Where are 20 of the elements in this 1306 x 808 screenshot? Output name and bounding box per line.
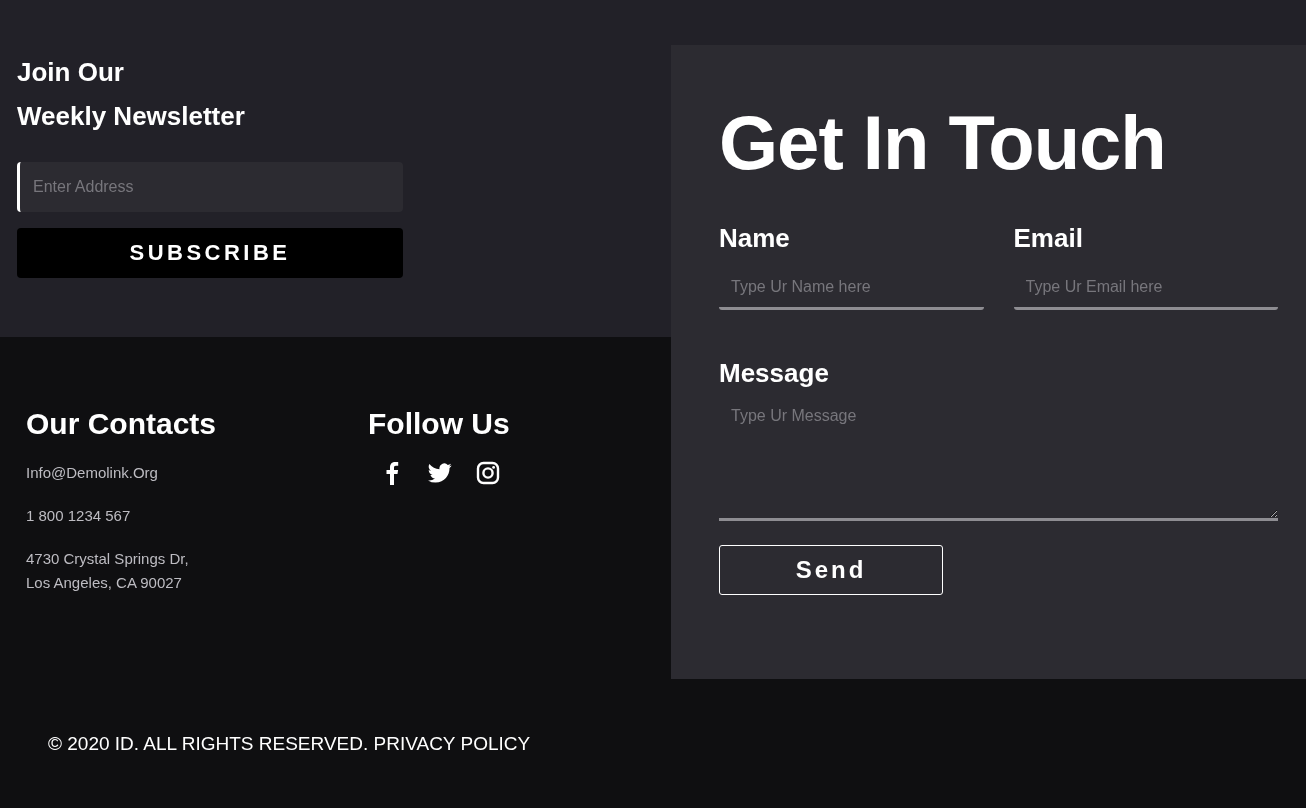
contact-phone: 1 800 1234 567: [26, 506, 132, 526]
instagram-icon[interactable]: [476, 461, 500, 485]
field-label: Message: [719, 358, 830, 389]
field-label: Name: [719, 223, 791, 254]
email-input-field[interactable]: Enter Address: [17, 162, 403, 212]
send-button[interactable]: Send: [719, 545, 943, 595]
field-label: Email: [1013, 223, 1084, 254]
privacy-policy-link[interactable]: PRIVACY POLICY: [373, 732, 531, 754]
subscribe-button[interactable]: SUBSCRIBE: [17, 228, 403, 278]
twitter-icon[interactable]: [428, 461, 452, 485]
contact-address: 4730 Crystal Springs Dr, Los Angeles, CA 90027: [26, 549, 190, 593]
contact-form-heading: Get In Touch: [719, 99, 1167, 187]
contacts-heading: Our Contacts: [26, 407, 218, 441]
input-field[interactable]: Type Ur Email here: [1013, 266, 1278, 310]
copyright-text: © 2020 ID. ALL RIGHTS RESERVED. PRIVACY POLICY: [48, 732, 531, 755]
message-field[interactable]: Type Ur Message: [719, 395, 1278, 521]
newsletter-heading: Join Our Weekly Newsletter: [17, 56, 246, 133]
contact-email: Info@Demolink.Org: [26, 463, 159, 483]
follow-heading: Follow Us: [368, 407, 511, 441]
input-field[interactable]: Type Ur Name here: [719, 266, 984, 310]
